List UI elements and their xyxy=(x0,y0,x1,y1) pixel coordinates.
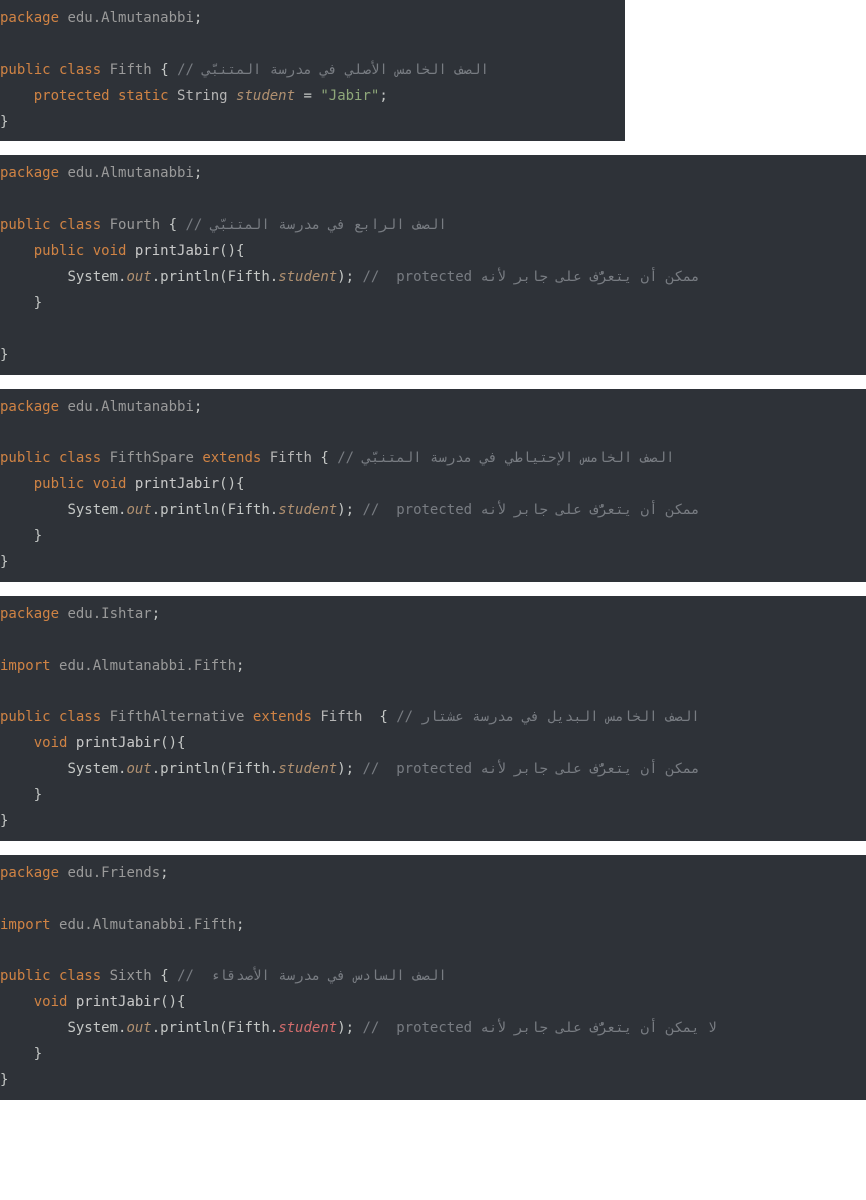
method-name: printJabir xyxy=(76,994,160,1010)
student-field: student xyxy=(278,502,337,518)
extends-keyword: extends xyxy=(202,450,261,466)
comment: // protected ممكن أن يتعرُّف على جابر لأ… xyxy=(363,502,700,518)
code-block-fifth: package edu.Almutanabbi; public class Fi… xyxy=(0,0,625,141)
out-field: out xyxy=(126,269,151,285)
student-field-error: student xyxy=(278,1020,337,1036)
out-field: out xyxy=(126,502,151,518)
modifiers: void xyxy=(34,994,68,1010)
code-block-sixth: package edu.Friends; import edu.Almutana… xyxy=(0,855,866,1100)
comment: // الصف الخامس الأصلي في مدرسة المتنبّي xyxy=(177,62,489,78)
class-name: Fifth xyxy=(110,62,152,78)
package-name: edu.Friends xyxy=(67,865,160,881)
import-name: edu.Almutanabbi.Fifth xyxy=(59,917,236,933)
modifiers: public void xyxy=(34,476,127,492)
out-field: out xyxy=(126,1020,151,1036)
keyword: public class xyxy=(0,709,101,725)
super-class: Fifth xyxy=(320,709,362,725)
class-name: FifthSpare xyxy=(110,450,194,466)
code-block-fourth: package edu.Almutanabbi; public class Fo… xyxy=(0,155,866,374)
super-class: Fifth xyxy=(270,450,312,466)
keyword: public class xyxy=(0,968,101,984)
method-name: printJabir xyxy=(76,735,160,751)
keyword: package xyxy=(0,10,59,26)
comment: // الصف السادس في مدرسة الأصدقاء xyxy=(177,968,447,984)
comment: // الصف الخامس الإحتياطي في مدرسة المتنب… xyxy=(337,450,674,466)
out-field: out xyxy=(126,761,151,777)
package-name: edu.Ishtar xyxy=(67,606,151,622)
keyword: public class xyxy=(0,217,101,233)
package-name: edu.Almutanabbi xyxy=(67,399,193,415)
package-name: edu.Almutanabbi xyxy=(67,165,193,181)
modifiers: void xyxy=(34,735,68,751)
method-name: printJabir xyxy=(135,476,219,492)
field-name: student xyxy=(236,88,295,104)
keyword: package xyxy=(0,399,59,415)
string-literal: "Jabir" xyxy=(320,88,379,104)
student-field: student xyxy=(278,269,337,285)
package-name: edu.Almutanabbi xyxy=(67,10,193,26)
keyword: public class xyxy=(0,62,101,78)
comment: // الصف الخامس البديل في مدرسة عشتار xyxy=(396,709,699,725)
class-name: Sixth xyxy=(110,968,152,984)
comment: // protected ممكن أن يتعرُّف على جابر لأ… xyxy=(363,761,700,777)
comment: // الصف الرابع في مدرسة المتنبّي xyxy=(185,217,446,233)
keyword: public class xyxy=(0,450,101,466)
comment: // protected لا يمكن أن يتعرُّف على جابر… xyxy=(363,1020,717,1036)
keyword: package xyxy=(0,865,59,881)
import-keyword: import xyxy=(0,658,51,674)
modifiers: protected static xyxy=(34,88,169,104)
code-block-fifthalternative: package edu.Ishtar; import edu.Almutanab… xyxy=(0,596,866,841)
code-block-fifthspare: package edu.Almutanabbi; public class Fi… xyxy=(0,389,866,582)
modifiers: public void xyxy=(34,243,127,259)
class-name: Fourth xyxy=(110,217,161,233)
class-name: FifthAlternative xyxy=(110,709,245,725)
type: String xyxy=(177,88,228,104)
student-field: student xyxy=(278,761,337,777)
keyword: package xyxy=(0,606,59,622)
method-name: printJabir xyxy=(135,243,219,259)
keyword: package xyxy=(0,165,59,181)
extends-keyword: extends xyxy=(253,709,312,725)
import-name: edu.Almutanabbi.Fifth xyxy=(59,658,236,674)
comment: // protected ممكن أن يتعرُّف على جابر لأ… xyxy=(363,269,700,285)
import-keyword: import xyxy=(0,917,51,933)
